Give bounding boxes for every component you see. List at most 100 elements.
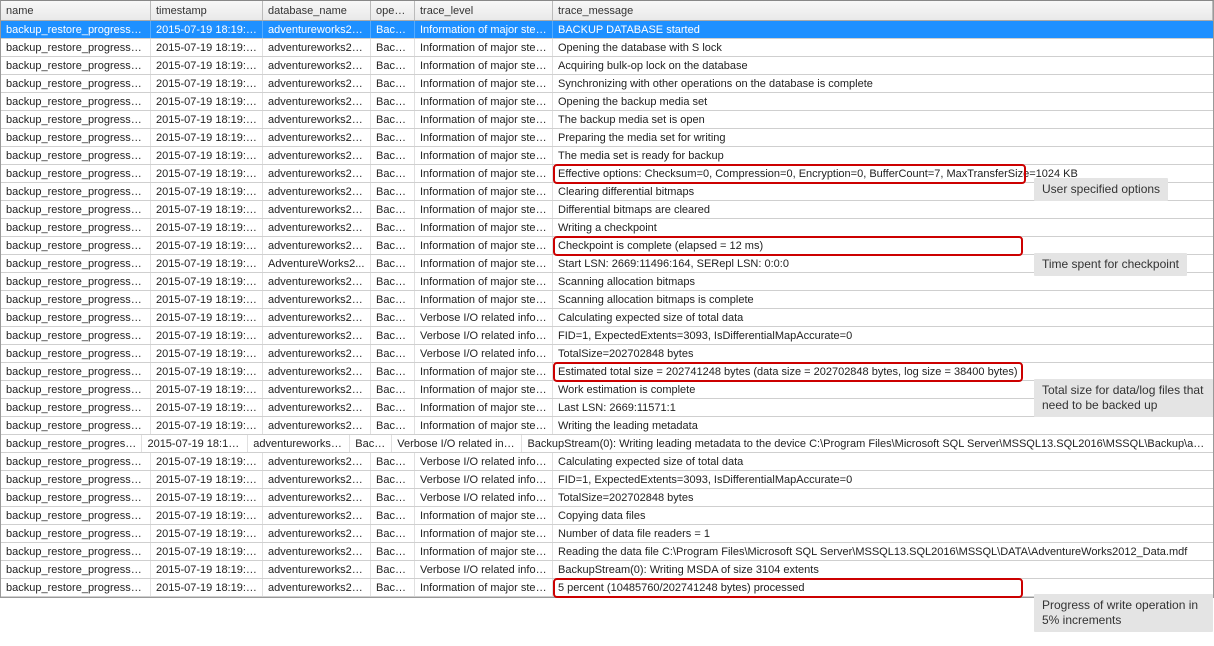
cell-timestamp: 2015-07-19 18:19:56.... <box>151 363 263 380</box>
table-row[interactable]: backup_restore_progress_trace2015-07-19 … <box>1 21 1213 39</box>
cell-trace-level: Information of major steps in ... <box>415 183 553 200</box>
cell-trace-level: Information of major steps in ... <box>415 291 553 308</box>
table-row[interactable]: backup_restore_progress_trace2015-07-19 … <box>1 561 1213 579</box>
cell-name: backup_restore_progress_trace <box>1 363 151 380</box>
table-row[interactable]: backup_restore_progress_trace2015-07-19 … <box>1 525 1213 543</box>
column-header-database[interactable]: database_name <box>263 1 371 20</box>
cell-timestamp: 2015-07-19 18:19:56.... <box>151 579 263 596</box>
table-row[interactable]: backup_restore_progress_trace2015-07-19 … <box>1 543 1213 561</box>
table-row[interactable]: backup_restore_progress_trace2015-07-19 … <box>1 471 1213 489</box>
column-header-name[interactable]: name <box>1 1 151 20</box>
cell-operation: Backup <box>371 75 415 92</box>
cell-trace-message: Calculating expected size of total data <box>553 453 1213 470</box>
cell-operation: Backup <box>371 219 415 236</box>
table-row[interactable]: backup_restore_progress_trace2015-07-19 … <box>1 417 1213 435</box>
annotation-label: Progress of write operation in 5% increm… <box>1034 594 1213 632</box>
cell-operation: Backup <box>371 57 415 74</box>
table-row[interactable]: backup_restore_progress_trace2015-07-19 … <box>1 327 1213 345</box>
table-row[interactable]: backup_restore_progress_trace2015-07-19 … <box>1 309 1213 327</box>
cell-operation: Backup <box>371 183 415 200</box>
cell-name: backup_restore_progress_trace <box>1 471 151 488</box>
cell-operation: Backup <box>371 201 415 218</box>
column-header-timestamp[interactable]: timestamp <box>151 1 263 20</box>
cell-name: backup_restore_progress_trace <box>1 381 151 398</box>
cell-trace-message: BackupStream(0): Writing MSDA of size 31… <box>553 561 1213 578</box>
cell-timestamp: 2015-07-19 18:19:56.... <box>151 489 263 506</box>
table-row[interactable]: backup_restore_progress_trace2015-07-19 … <box>1 39 1213 57</box>
table-row[interactable]: backup_restore_progress_trace2015-07-19 … <box>1 399 1213 417</box>
cell-trace-level: Verbose I/O related informati... <box>415 489 553 506</box>
cell-trace-level: Information of major steps in ... <box>415 363 553 380</box>
cell-name: backup_restore_progress_trace <box>1 111 151 128</box>
cell-trace-level: Information of major steps in ... <box>415 165 553 182</box>
cell-name: backup_restore_progress_trace <box>1 543 151 560</box>
table-row[interactable]: backup_restore_progress_trace2015-07-19 … <box>1 111 1213 129</box>
cell-database: adventureworks2012 <box>263 471 371 488</box>
table-row[interactable]: backup_restore_progress_trace2015-07-19 … <box>1 57 1213 75</box>
table-row[interactable]: backup_restore_progress_trace2015-07-19 … <box>1 291 1213 309</box>
table-row[interactable]: backup_restore_progress_trace2015-07-19 … <box>1 183 1213 201</box>
cell-name: backup_restore_progress_trace <box>1 561 151 578</box>
cell-trace-message: Scanning allocation bitmaps is complete <box>553 291 1213 308</box>
table-row[interactable]: backup_restore_progress_trace2015-07-19 … <box>1 381 1213 399</box>
cell-timestamp: 2015-07-19 18:19:56.... <box>151 237 263 254</box>
cell-timestamp: 2015-07-19 18:19:56.... <box>151 201 263 218</box>
cell-operation: Backup <box>371 543 415 560</box>
table-row[interactable]: backup_restore_progress_trace2015-07-19 … <box>1 255 1213 273</box>
table-row[interactable]: backup_restore_progress_trace2015-07-19 … <box>1 273 1213 291</box>
table-row[interactable]: backup_restore_progress_trace2015-07-19 … <box>1 201 1213 219</box>
cell-timestamp: 2015-07-19 18:19:56.... <box>151 165 263 182</box>
cell-name: backup_restore_progress_trace <box>1 507 151 524</box>
table-row[interactable]: backup_restore_progress_trace2015-07-19 … <box>1 507 1213 525</box>
cell-trace-message: Preparing the media set for writing <box>553 129 1213 146</box>
cell-operation: Backup <box>371 579 415 596</box>
column-header-trace-level[interactable]: trace_level <box>415 1 553 20</box>
cell-name: backup_restore_progress_trace <box>1 93 151 110</box>
cell-database: adventureworks2012 <box>263 165 371 182</box>
cell-trace-message: Effective options: Checksum=0, Compressi… <box>553 165 1213 182</box>
column-header-trace-message[interactable]: trace_message <box>553 1 1213 20</box>
table-row[interactable]: backup_restore_progress_trace2015-07-19 … <box>1 435 1213 453</box>
cell-timestamp: 2015-07-19 18:19:56.... <box>151 453 263 470</box>
table-row[interactable]: backup_restore_progress_trace2015-07-19 … <box>1 75 1213 93</box>
cell-trace-level: Information of major steps in ... <box>415 219 553 236</box>
cell-trace-message: Work estimation is complete <box>553 381 1213 398</box>
table-row[interactable]: backup_restore_progress_trace2015-07-19 … <box>1 453 1213 471</box>
table-row[interactable]: backup_restore_progress_trace2015-07-19 … <box>1 345 1213 363</box>
cell-trace-level: Information of major steps in ... <box>415 21 553 38</box>
cell-name: backup_restore_progress_trace <box>1 183 151 200</box>
cell-operation: Backup <box>371 525 415 542</box>
cell-database: adventureworks2012 <box>263 39 371 56</box>
cell-database: adventureworks2012 <box>263 561 371 578</box>
column-header-operation[interactable]: operati... <box>371 1 415 20</box>
cell-name: backup_restore_progress_trace <box>1 579 151 596</box>
cell-trace-message: TotalSize=202702848 bytes <box>553 489 1213 506</box>
table-row[interactable]: backup_restore_progress_trace2015-07-19 … <box>1 237 1213 255</box>
cell-database: adventureworks2012 <box>263 201 371 218</box>
table-row[interactable]: backup_restore_progress_trace2015-07-19 … <box>1 219 1213 237</box>
table-row[interactable]: backup_restore_progress_trace2015-07-19 … <box>1 165 1213 183</box>
table-row[interactable]: backup_restore_progress_trace2015-07-19 … <box>1 579 1213 597</box>
cell-trace-level: Verbose I/O related informati... <box>415 345 553 362</box>
cell-name: backup_restore_progress_trace <box>1 525 151 542</box>
cell-operation: Backup <box>371 291 415 308</box>
table-row[interactable]: backup_restore_progress_trace2015-07-19 … <box>1 147 1213 165</box>
cell-operation: Backup <box>371 39 415 56</box>
table-row[interactable]: backup_restore_progress_trace2015-07-19 … <box>1 93 1213 111</box>
cell-timestamp: 2015-07-19 18:19:56.... <box>151 525 263 542</box>
table-row[interactable]: backup_restore_progress_trace2015-07-19 … <box>1 363 1213 381</box>
cell-database: adventureworks2012 <box>263 129 371 146</box>
cell-operation: Backup <box>371 345 415 362</box>
cell-trace-level: Information of major steps in ... <box>415 579 553 596</box>
table-row[interactable]: backup_restore_progress_trace2015-07-19 … <box>1 129 1213 147</box>
cell-timestamp: 2015-07-19 18:19:56.... <box>151 183 263 200</box>
cell-name: backup_restore_progress_trace <box>1 309 151 326</box>
trace-grid[interactable]: name timestamp database_name operati... … <box>0 0 1214 598</box>
cell-trace-message: Opening the backup media set <box>553 93 1213 110</box>
cell-trace-message: BackupStream(0): Writing leading metadat… <box>522 435 1213 452</box>
cell-trace-message: Scanning allocation bitmaps <box>553 273 1213 290</box>
cell-trace-message: Synchronizing with other operations on t… <box>553 75 1213 92</box>
cell-name: backup_restore_progress_trace <box>1 75 151 92</box>
cell-timestamp: 2015-07-19 18:19:56.... <box>151 561 263 578</box>
table-row[interactable]: backup_restore_progress_trace2015-07-19 … <box>1 489 1213 507</box>
